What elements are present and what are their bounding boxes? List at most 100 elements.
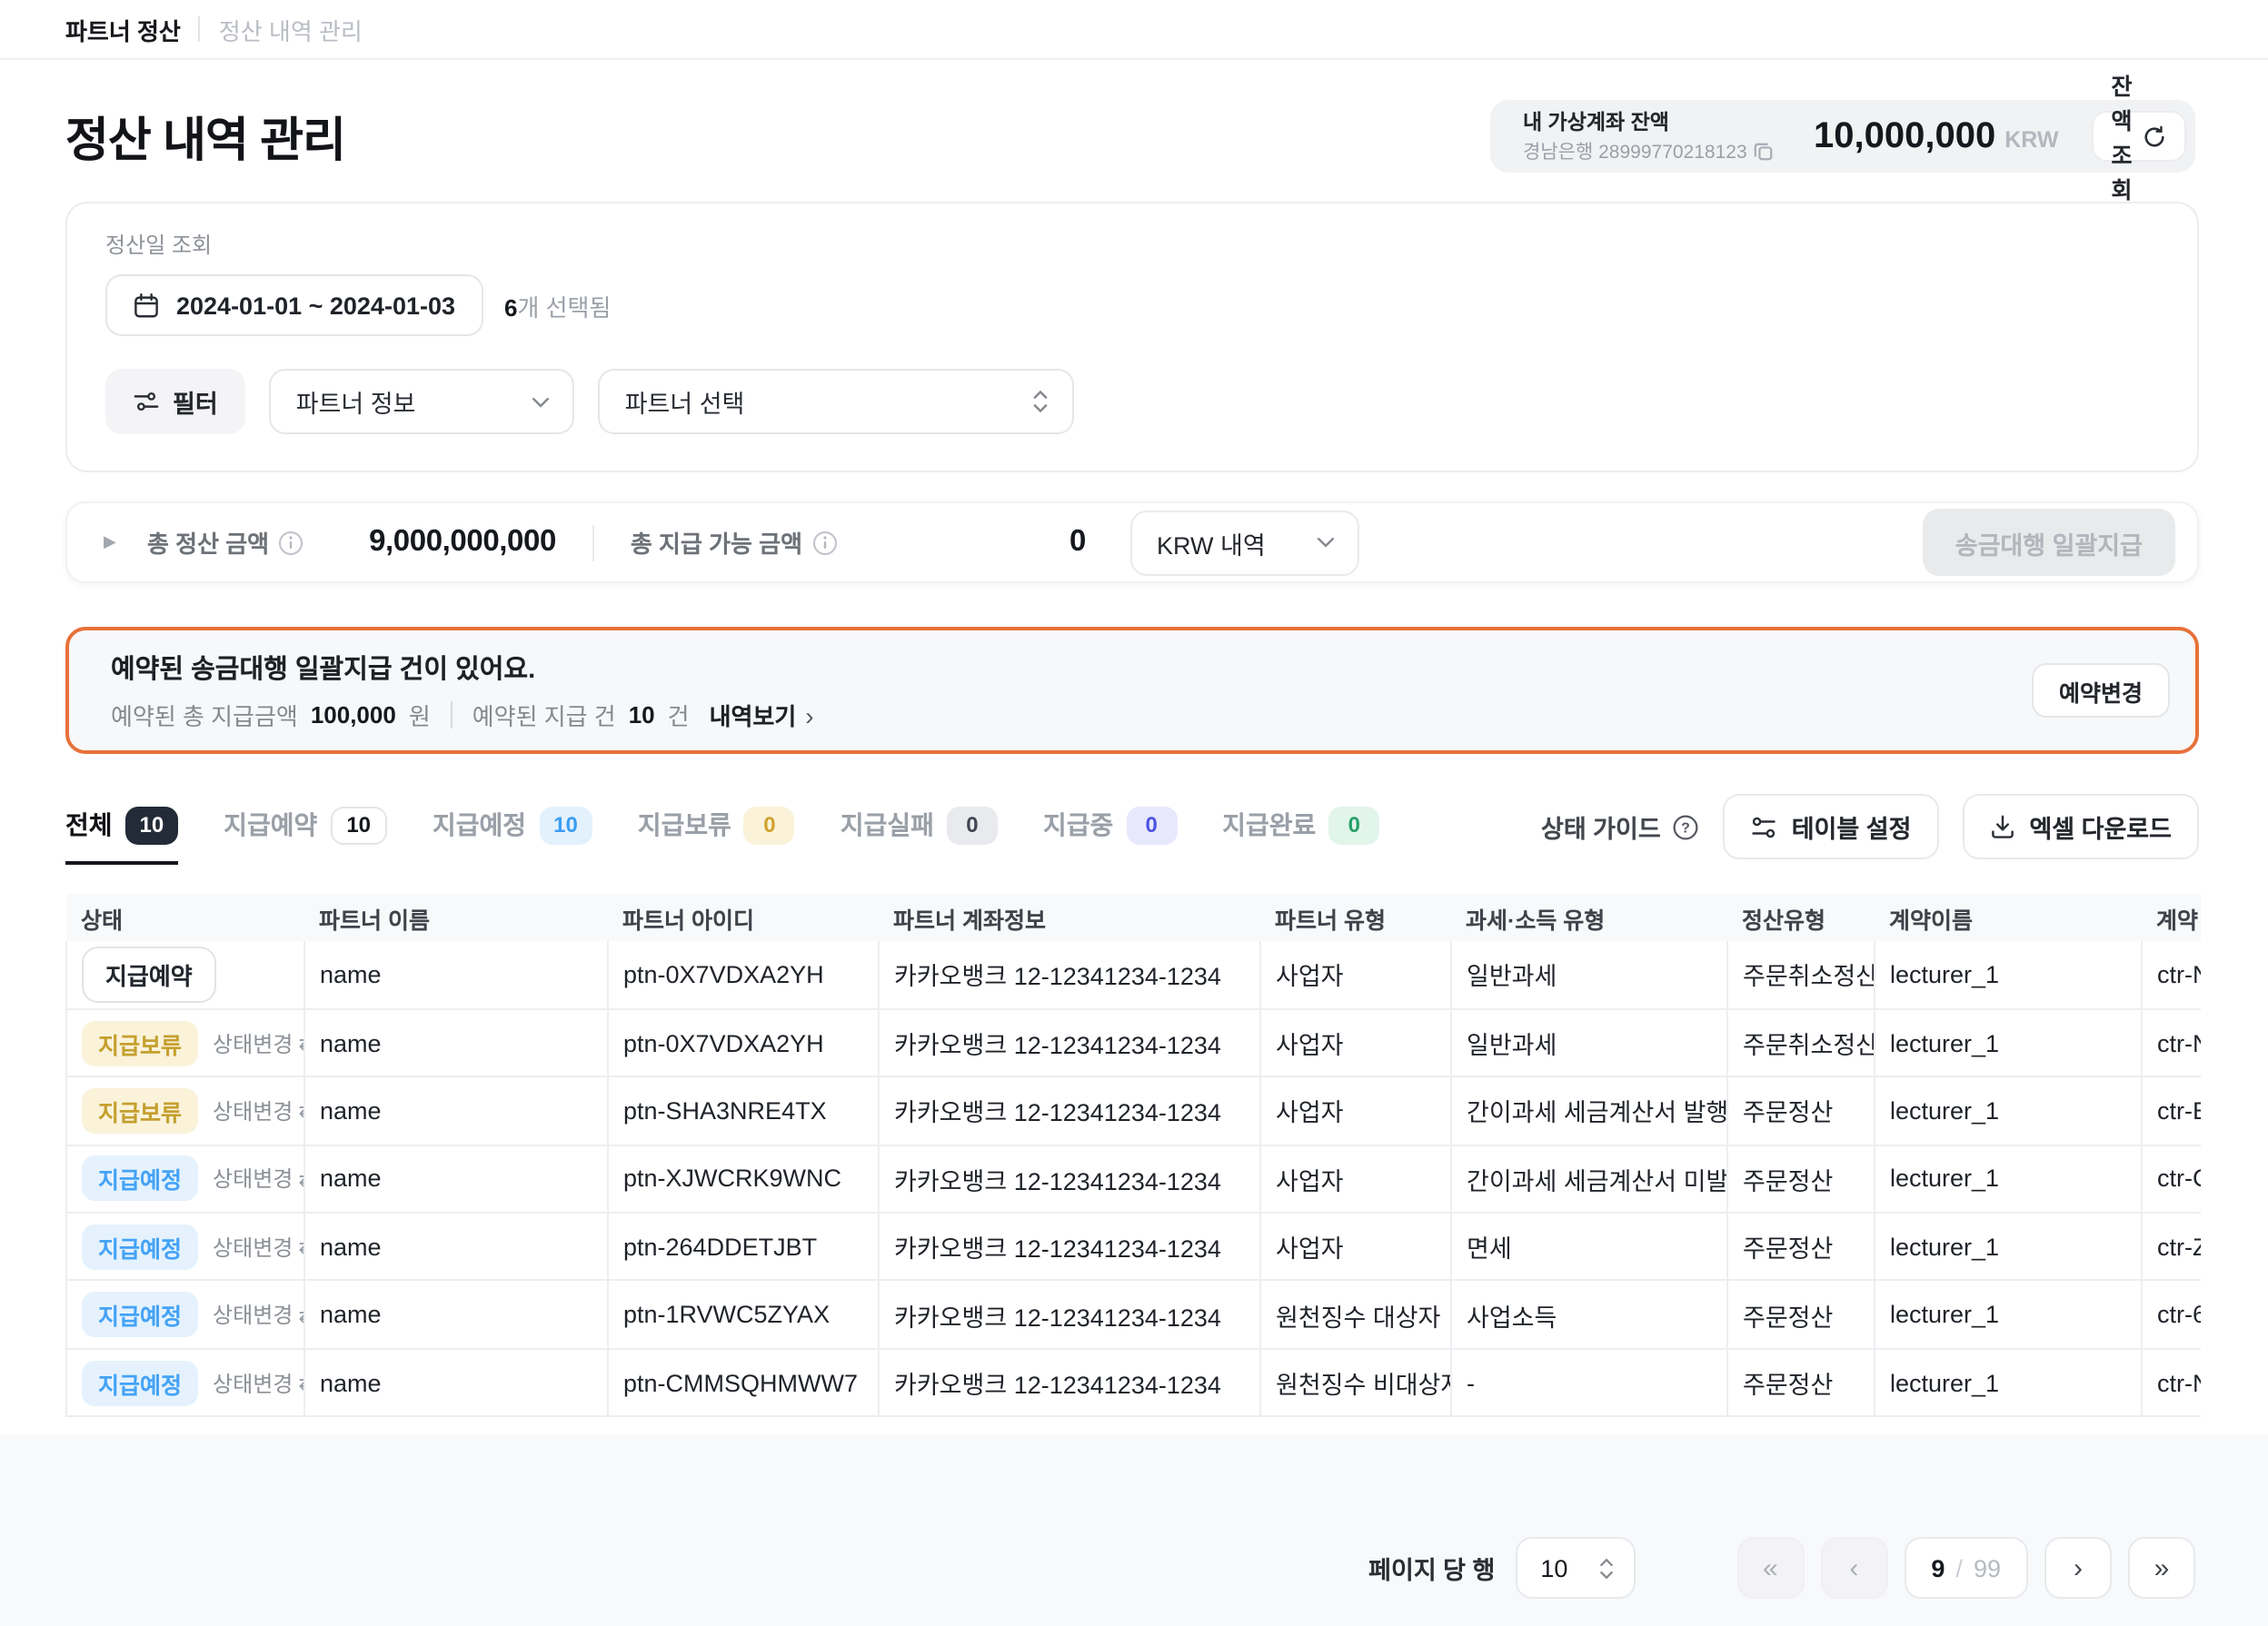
- balance-account-number: 경남은행 28999770218123: [1523, 138, 1747, 165]
- partner-name-cell: name: [304, 1145, 608, 1213]
- balance-refresh-label: 잔액조회: [2112, 67, 2133, 205]
- filter-button[interactable]: 필터: [105, 369, 245, 434]
- status-tab[interactable]: 지급예정 10: [433, 806, 592, 864]
- contract-name-cell: lecturer_1: [1875, 1213, 2142, 1281]
- selected-count: 6개 선택됨: [504, 288, 611, 322]
- table-row[interactable]: 지급예정 상태변경⇄ name ptn-XJWCRK9WNC 카카오뱅크 12-…: [66, 1145, 2201, 1213]
- contract-name-cell: lecturer_1: [1875, 1077, 2142, 1145]
- total-payable-label: 총 지급 가능 금액: [631, 525, 837, 560]
- bulk-transfer-button[interactable]: 송금대행 일괄지급: [1923, 509, 2175, 576]
- contract-name-cell: lecturer_1: [1875, 1145, 2142, 1213]
- alert-title: 예약된 송금대행 일괄지급 건이 있어요.: [111, 649, 2032, 687]
- partner-id-cell: ptn-XJWCRK9WNC: [608, 1145, 879, 1213]
- excel-download-label: 엑셀 다운로드: [2029, 808, 2172, 845]
- status-change-button[interactable]: 상태변경⇄: [213, 1027, 304, 1058]
- partner-id-cell: ptn-0X7VDXA2YH: [608, 1009, 879, 1077]
- page-title: 정산 내역 관리: [65, 103, 345, 170]
- status-tab-label: 지급중: [1043, 807, 1113, 843]
- partner-account-cell: 카카오뱅크 12-12341234-1234: [879, 1349, 1260, 1417]
- table-row[interactable]: 지급보류 상태변경⇄ name ptn-SHA3NRE4TX 카카오뱅크 12-…: [66, 1077, 2201, 1145]
- prev-page-button[interactable]: ‹: [1820, 1537, 1887, 1599]
- status-tab[interactable]: 지급실패 0: [841, 806, 998, 864]
- pagination: 페이지 당 행 10 « ‹ 9 / 99 › »: [1368, 1537, 2195, 1599]
- swap-icon: ⇄: [298, 1234, 304, 1260]
- status-tab-label: 지급완료: [1222, 807, 1316, 843]
- table-settings-button[interactable]: 테이블 설정: [1723, 794, 1939, 859]
- status-change-button[interactable]: 상태변경⇄: [213, 1164, 304, 1195]
- column-header: 파트너 유형: [1260, 894, 1451, 941]
- status-tab[interactable]: 지급완료 0: [1222, 806, 1379, 864]
- table-row[interactable]: 지급보류 상태변경⇄ name ptn-0X7VDXA2YH 카카오뱅크 12-…: [66, 1009, 2201, 1077]
- breadcrumb-section[interactable]: 파트너 정산: [65, 12, 181, 46]
- status-tab[interactable]: 지급예약 10: [224, 806, 387, 864]
- partner-id-cell: ptn-CMMSQHMWW7: [608, 1349, 879, 1417]
- balance-account: 경남은행 28999770218123: [1523, 138, 1796, 165]
- partner-name-cell: name: [304, 941, 608, 1009]
- status-change-button[interactable]: 상태변경⇄: [213, 1232, 304, 1263]
- status-tab[interactable]: 지급보류 0: [638, 806, 795, 864]
- status-tabs: 전체 10 지급예약 10 지급예정 10 지급보류 0 지급실패 0 지급중 …: [65, 806, 1379, 864]
- partner-name-cell: name: [304, 1281, 608, 1349]
- tax-type-cell: 간이과세 세금계산서 발행: [1451, 1077, 1727, 1145]
- settlement-type-cell: 주문정산: [1727, 1349, 1875, 1417]
- partner-account-cell: 카카오뱅크 12-12341234-1234: [879, 941, 1260, 1009]
- date-range-picker[interactable]: 2024-01-01 ~ 2024-01-03: [105, 274, 482, 336]
- expand-triangle-icon[interactable]: ▶: [104, 532, 129, 552]
- partner-select-dropdown[interactable]: 파트너 선택: [598, 369, 1074, 434]
- settlement-type-cell: 주문정산: [1727, 1145, 1875, 1213]
- partner-account-cell: 카카오뱅크 12-12341234-1234: [879, 1281, 1260, 1349]
- partner-info-dropdown[interactable]: 파트너 정보: [269, 369, 574, 434]
- status-guide[interactable]: 상태 가이드 ?: [1541, 808, 1699, 845]
- partner-info-dropdown-value: 파트너 정보: [296, 383, 416, 420]
- bottom-band: 페이지 당 행 10 « ‹ 9 / 99 › »: [0, 1435, 2268, 1626]
- total-pages: 99: [1974, 1554, 2001, 1581]
- view-details-link[interactable]: 내역보기 ›: [710, 698, 814, 732]
- copy-icon[interactable]: [1755, 142, 1775, 162]
- table-row[interactable]: 지급예약 ⇄ name ptn-0X7VDXA2YH 카카오뱅크 12-1234…: [66, 941, 2201, 1009]
- last-page-button[interactable]: »: [2128, 1537, 2195, 1599]
- filter-card: 정산일 조회 2024-01-01 ~ 2024-01-03 6개 선택됨: [65, 202, 2199, 472]
- table-row[interactable]: 지급예정 상태변경⇄ name ptn-264DDETJBT 카카오뱅크 12-…: [66, 1213, 2201, 1281]
- page-number-box[interactable]: 9 / 99: [1904, 1537, 2028, 1599]
- rows-per-page-select[interactable]: 10: [1515, 1537, 1635, 1599]
- status-change-button[interactable]: 상태변경⇄: [213, 1096, 304, 1126]
- column-header: 계약: [2142, 894, 2201, 941]
- alert-subtitle: 예약된 총 지급금액 100,000 원 예약된 지급 건 10 건 내역보기 …: [111, 698, 2032, 732]
- reservation-change-button[interactable]: 예약변경: [2032, 663, 2170, 718]
- currency-history-value: KRW 내역: [1157, 524, 1266, 560]
- reserved-transfer-alert: 예약된 송금대행 일괄지급 건이 있어요. 예약된 총 지급금액 100,000…: [65, 627, 2199, 754]
- next-page-button[interactable]: ›: [2044, 1537, 2112, 1599]
- alert-count-label: 예약된 지급 건: [472, 698, 616, 732]
- status-tab[interactable]: 전체 10: [65, 806, 178, 864]
- column-header: 파트너 이름: [304, 894, 608, 941]
- settlement-date-label: 정산일 조회: [105, 229, 2159, 260]
- status-tab-count-badge: 10: [125, 806, 179, 844]
- table-row[interactable]: 지급예정 상태변경⇄ name ptn-CMMSQHMWW7 카카오뱅크 12-…: [66, 1349, 2201, 1417]
- currency-history-dropdown[interactable]: KRW 내역: [1129, 510, 1358, 575]
- excel-download-button[interactable]: 엑셀 다운로드: [1962, 794, 2199, 859]
- current-page: 9: [1931, 1554, 1945, 1581]
- settlement-type-cell: 주문정산: [1727, 1281, 1875, 1349]
- table-row[interactable]: 지급예정 상태변경⇄ name ptn-1RVWC5ZYAX 카카오뱅크 12-…: [66, 1281, 2201, 1349]
- contract-id-cell: ctr-N: [2142, 1349, 2201, 1417]
- balance-label: 내 가상계좌 잔액: [1523, 107, 1796, 136]
- double-chevron-right-icon: »: [2154, 1552, 2170, 1583]
- settlement-type-cell: 주문정산: [1727, 1077, 1875, 1145]
- info-icon[interactable]: [278, 530, 303, 555]
- status-tab[interactable]: 지급중 0: [1043, 806, 1177, 864]
- status-change-button[interactable]: 상태변경⇄: [213, 1367, 304, 1398]
- tax-type-cell: 면세: [1451, 1213, 1727, 1281]
- status-tab-count-badge: 0: [1126, 806, 1177, 844]
- balance-refresh-button[interactable]: 잔액조회: [2092, 111, 2187, 162]
- selected-count-number: 6: [504, 293, 517, 321]
- swap-icon: ⇄: [298, 1166, 304, 1192]
- first-page-button[interactable]: «: [1736, 1537, 1804, 1599]
- partner-name-cell: name: [304, 1077, 608, 1145]
- status-tab-count-badge: 0: [947, 806, 998, 844]
- status-change-button[interactable]: 상태변경⇄: [213, 1299, 304, 1330]
- tax-type-cell: 일반과세: [1451, 941, 1727, 1009]
- alert-amount: 100,000: [311, 701, 396, 729]
- chevron-down-icon: [531, 395, 551, 408]
- info-icon[interactable]: [811, 530, 837, 555]
- title-row: 정산 내역 관리 내 가상계좌 잔액 경남은행 28999770218123 1…: [0, 60, 2268, 202]
